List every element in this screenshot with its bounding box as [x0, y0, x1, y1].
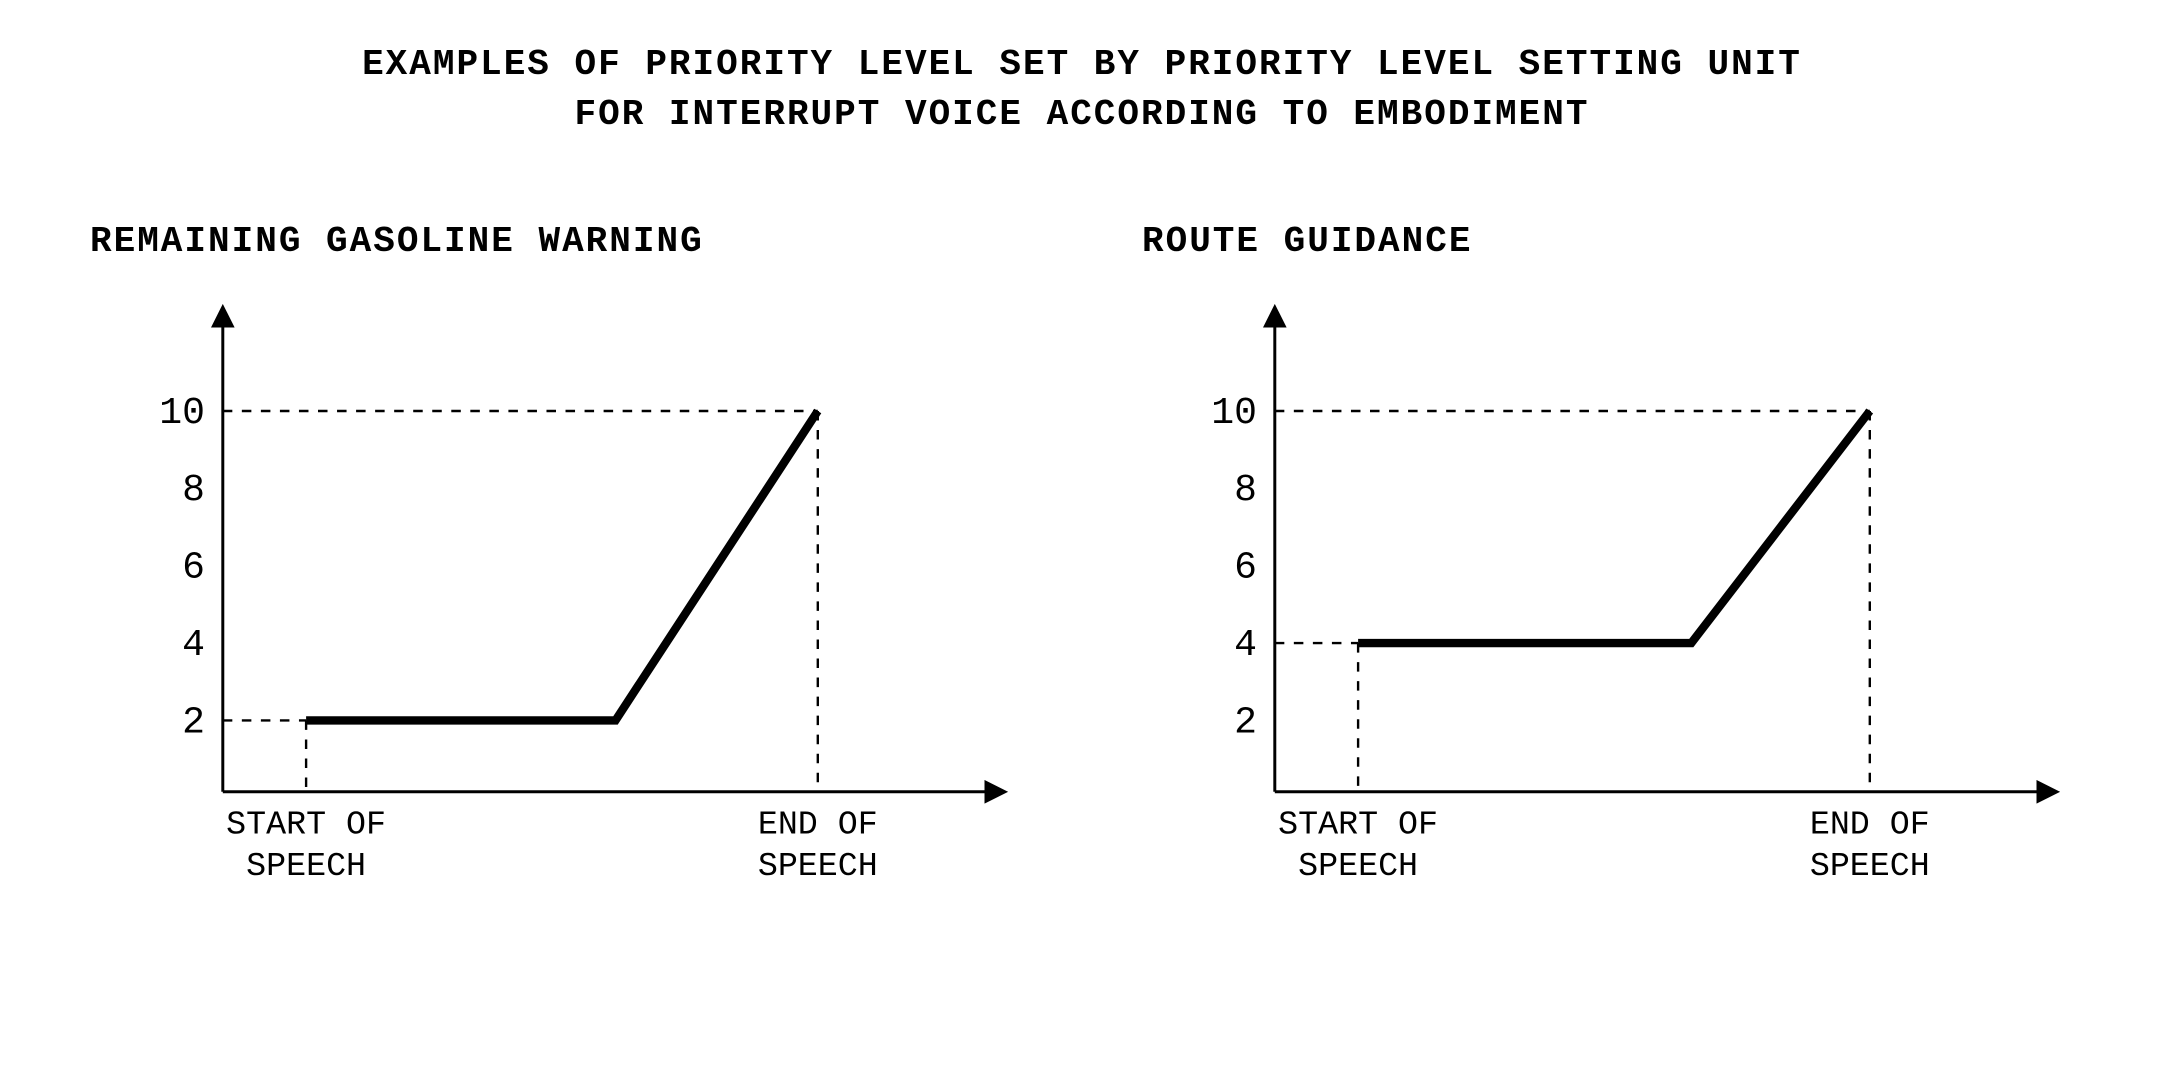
main-container: EXAMPLES OF PRIORITY LEVEL SET BY PRIORI…	[40, 40, 2124, 916]
y-tick-6: 6	[1234, 546, 1257, 589]
x-start-label-1: START OF	[1278, 806, 1438, 844]
chart-title-route: ROUTE GUIDANCE	[1132, 221, 2084, 262]
chart-route: ROUTE GUIDANCE 2 4 6 8 10	[1132, 221, 2084, 916]
chart-title-gasoline: REMAINING GASOLINE WARNING	[80, 221, 1032, 262]
y-tick-6: 6	[182, 546, 205, 589]
x-end-label-2: SPEECH	[758, 848, 878, 886]
x-end-label-1: END OF	[758, 806, 878, 844]
y-tick-8: 8	[182, 469, 205, 512]
y-tick-4: 4	[182, 624, 205, 667]
chart-gasoline: REMAINING GASOLINE WARNING 2 4 6 8 10	[80, 221, 1032, 916]
y-tick-2: 2	[182, 701, 205, 744]
y-tick-10: 10	[159, 392, 205, 435]
chart-svg-route: 2 4 6 8 10 START OF SPEECH END OF SPEECH	[1132, 292, 2084, 911]
y-tick-10: 10	[1211, 392, 1257, 435]
y-tick-2: 2	[1234, 701, 1257, 744]
y-tick-4: 4	[1234, 624, 1257, 667]
title-line-1: EXAMPLES OF PRIORITY LEVEL SET BY PRIORI…	[40, 40, 2124, 90]
page-title: EXAMPLES OF PRIORITY LEVEL SET BY PRIORI…	[40, 40, 2124, 141]
x-start-label-2: SPEECH	[246, 848, 366, 886]
data-line-route	[1358, 411, 1870, 643]
y-tick-8: 8	[1234, 469, 1257, 512]
x-start-label-2: SPEECH	[1298, 848, 1418, 886]
title-line-2: FOR INTERRUPT VOICE ACCORDING TO EMBODIM…	[40, 90, 2124, 140]
data-line-gasoline	[306, 411, 818, 720]
charts-row: REMAINING GASOLINE WARNING 2 4 6 8 10	[40, 221, 2124, 916]
x-end-label-1: END OF	[1810, 806, 1930, 844]
x-start-label-1: START OF	[226, 806, 386, 844]
x-end-label-2: SPEECH	[1810, 848, 1930, 886]
chart-svg-gasoline: 2 4 6 8 10 START OF SPEECH END OF	[80, 292, 1032, 911]
